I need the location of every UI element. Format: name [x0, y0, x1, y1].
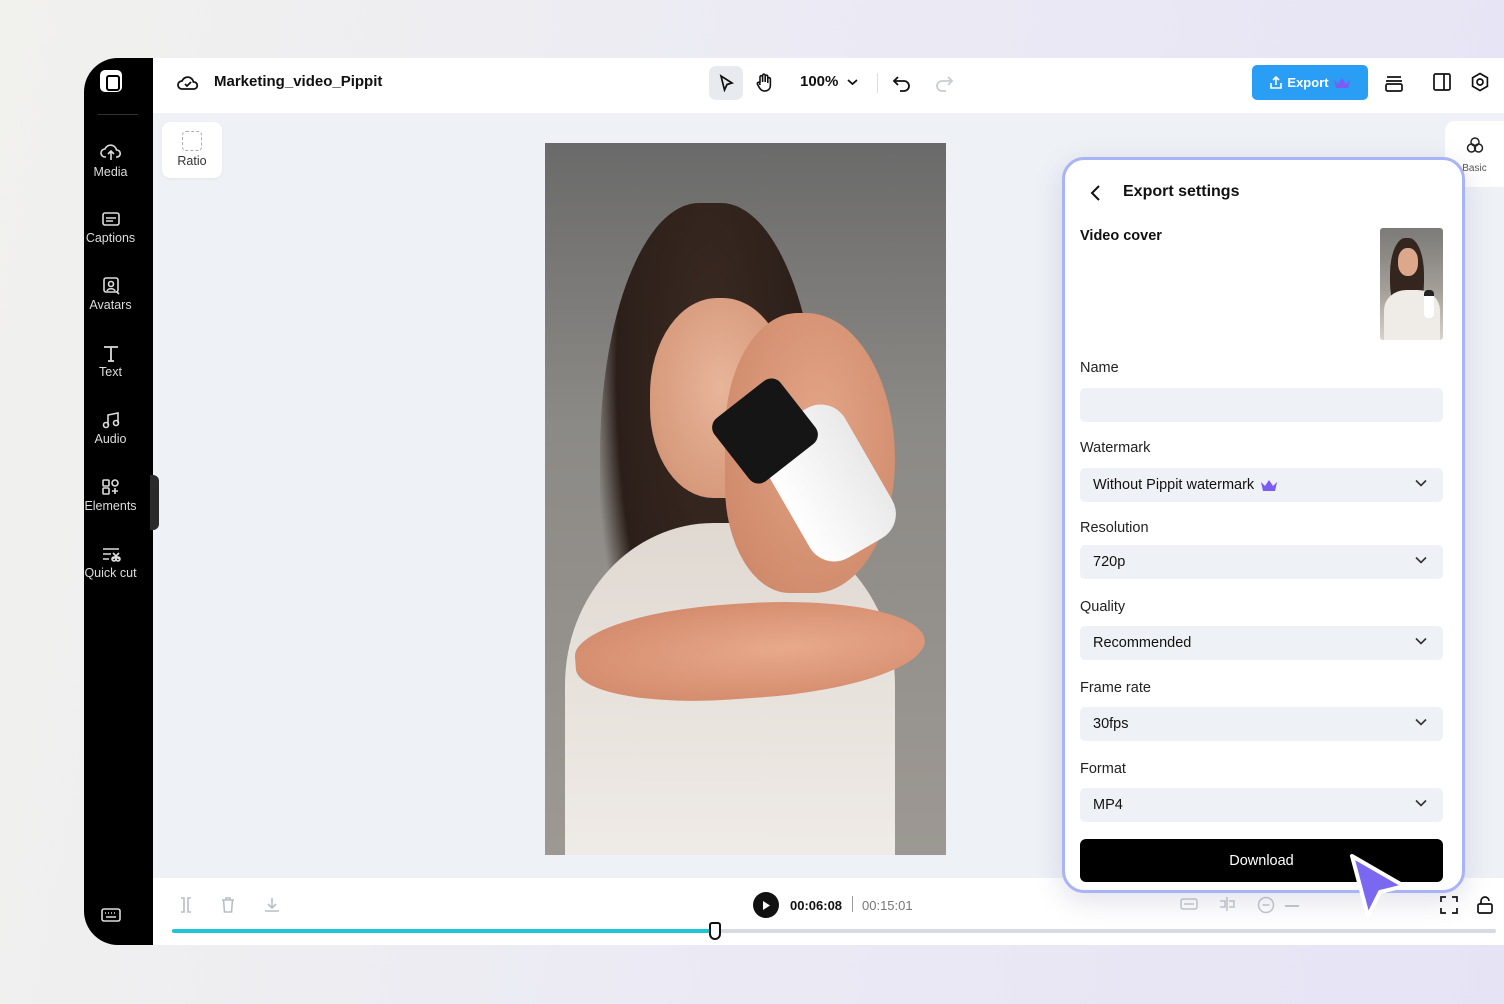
premium-crown-icon: [1261, 479, 1278, 491]
play-button[interactable]: [753, 892, 779, 918]
video-cover-thumbnail[interactable]: [1380, 228, 1443, 340]
chevron-down-icon: [1415, 718, 1427, 726]
export-settings-panel: Export settings Video cover Name Waterma…: [1062, 157, 1465, 893]
elements-icon: [101, 479, 119, 495]
watermark-label: Watermark: [1080, 440, 1151, 456]
align-icon[interactable]: [1218, 896, 1236, 912]
lock-icon[interactable]: [1476, 896, 1494, 914]
layers-icon[interactable]: [1383, 72, 1405, 94]
hand-icon: [756, 73, 772, 92]
progress-fill: [172, 929, 715, 933]
zoom-slider[interactable]: [1285, 905, 1299, 907]
quality-value: Recommended: [1093, 635, 1192, 651]
back-arrow-icon[interactable]: [1089, 183, 1103, 203]
cloud-upload-icon: [99, 144, 121, 160]
text-icon: [103, 346, 118, 362]
sidebar-item-label: Audio: [94, 432, 127, 446]
ratio-icon: [182, 131, 202, 151]
premium-crown-icon: [1333, 77, 1350, 88]
music-icon: [102, 412, 119, 429]
sidebar-item-quick-cut[interactable]: Quick cut: [84, 545, 137, 582]
captions-icon: [101, 212, 120, 226]
caption-toggle-icon[interactable]: [1180, 896, 1198, 912]
sidebar-item-label: Text: [99, 365, 122, 379]
fullscreen-icon[interactable]: [1440, 896, 1458, 914]
sidebar-item-audio[interactable]: Audio: [84, 411, 137, 448]
export-button[interactable]: Export: [1252, 65, 1368, 100]
mouse-cursor-icon: [1350, 854, 1406, 918]
settings-icon[interactable]: [1470, 72, 1490, 92]
ratio-label: Ratio: [177, 154, 207, 168]
zoom-out-icon[interactable]: [1257, 896, 1275, 914]
current-time: 00:06:08: [790, 898, 843, 913]
download-icon[interactable]: [263, 896, 281, 914]
watermark-select[interactable]: Without Pippit watermark: [1080, 468, 1443, 502]
cloud-saved-icon: [177, 76, 199, 90]
sidebar-item-label: Media: [93, 165, 128, 179]
format-select[interactable]: MP4: [1080, 788, 1443, 822]
export-label: Export: [1287, 75, 1329, 90]
resolution-select[interactable]: 720p: [1080, 545, 1443, 579]
toolbar-divider: [877, 73, 878, 93]
sidebar-item-label: Elements: [84, 499, 137, 513]
resolution-value: 720p: [1093, 554, 1126, 570]
left-sidebar: Media Captions Avatars Text Audio Elemen…: [84, 58, 153, 945]
framerate-label: Frame rate: [1080, 680, 1151, 696]
hand-tool-button[interactable]: [747, 66, 781, 100]
framerate-value: 30fps: [1093, 716, 1129, 732]
ratio-button[interactable]: Ratio: [162, 122, 222, 178]
sidebar-item-elements[interactable]: Elements: [84, 478, 137, 515]
project-title[interactable]: Marketing_video_Pippit: [214, 73, 382, 90]
trash-icon[interactable]: [220, 896, 236, 914]
sidebar-item-text[interactable]: Text: [84, 344, 137, 381]
pippit-logo[interactable]: [100, 70, 122, 92]
play-icon: [763, 900, 770, 910]
quality-label: Quality: [1080, 599, 1126, 615]
panel-title: Export settings: [1123, 183, 1240, 200]
format-value: MP4: [1093, 797, 1123, 813]
sidebar-item-avatars[interactable]: Avatars: [84, 277, 137, 314]
quick-cut-icon: [102, 548, 121, 562]
time-divider: [852, 896, 853, 912]
sidebar-item-label: Avatars: [89, 298, 132, 312]
zoom-value: 100%: [800, 73, 839, 90]
format-label: Format: [1080, 761, 1126, 777]
select-tool-button[interactable]: [709, 66, 743, 100]
resolution-label: Resolution: [1080, 520, 1149, 536]
sidebar-item-label: Captions: [85, 231, 136, 245]
sidebar-item-label: Quick cut: [84, 566, 137, 580]
quality-select[interactable]: Recommended: [1080, 626, 1443, 660]
video-preview[interactable]: [545, 143, 946, 855]
cover-thumb-face: [1398, 248, 1418, 276]
chevron-down-icon: [1415, 799, 1427, 807]
framerate-select[interactable]: 30fps: [1080, 707, 1443, 741]
name-label: Name: [1080, 360, 1119, 376]
video-cover-label: Video cover: [1080, 228, 1162, 244]
keyboard-icon[interactable]: [100, 906, 122, 924]
chevron-down-icon: [1415, 479, 1427, 487]
sidebar-item-captions[interactable]: Captions: [84, 210, 137, 247]
progress-track[interactable]: [172, 929, 1496, 933]
upload-icon: [1270, 75, 1283, 89]
sidebar-collapse-handle[interactable]: [150, 475, 159, 530]
chevron-down-icon: [1415, 556, 1427, 564]
sidebar-divider: [98, 114, 138, 115]
name-input[interactable]: [1080, 388, 1443, 422]
split-view-icon[interactable]: [1432, 72, 1452, 92]
zoom-dropdown[interactable]: 100%: [800, 73, 858, 90]
total-time: 00:15:01: [862, 898, 913, 913]
redo-icon[interactable]: [934, 73, 954, 93]
basic-adjust-icon: [1466, 137, 1483, 153]
avatar-icon: [102, 277, 120, 295]
pointer-icon: [719, 74, 735, 92]
undo-icon[interactable]: [892, 73, 912, 93]
chevron-down-icon: [1415, 637, 1427, 645]
top-toolbar: Marketing_video_Pippit 100% Export: [153, 58, 1504, 113]
playhead-handle[interactable]: [708, 922, 721, 940]
watermark-value: Without Pippit watermark: [1093, 477, 1255, 493]
chevron-down-icon: [846, 79, 858, 86]
split-icon[interactable]: [178, 896, 194, 914]
sidebar-item-media[interactable]: Media: [84, 142, 137, 181]
cover-thumb-bottle: [1424, 290, 1434, 318]
